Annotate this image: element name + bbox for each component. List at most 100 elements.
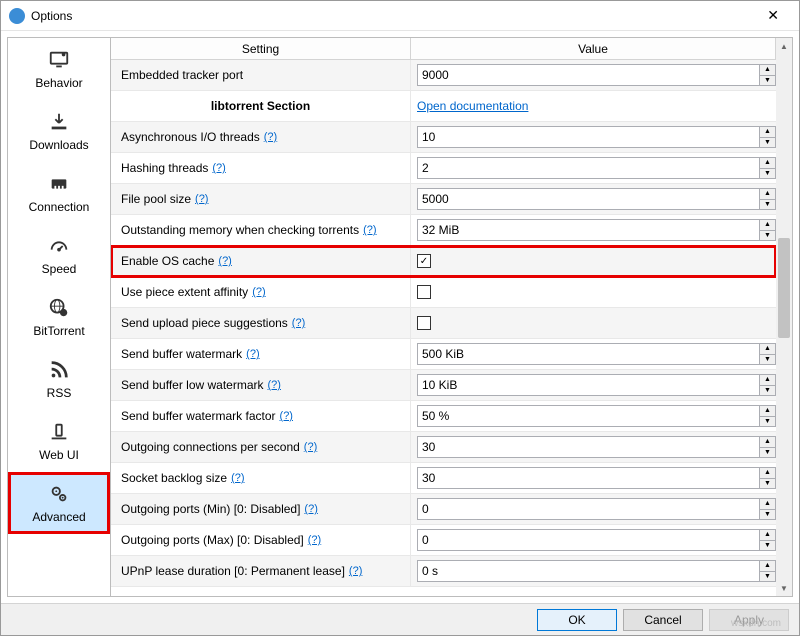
setting-label: Asynchronous I/O threads <box>121 130 260 144</box>
spin-down-icon[interactable]: ▼ <box>759 76 775 86</box>
sidebar-item-rss[interactable]: RSS <box>8 348 110 410</box>
spin-up-icon[interactable]: ▲ <box>759 65 775 76</box>
help-link[interactable]: (?) <box>280 410 293 422</box>
checkbox[interactable] <box>417 316 431 330</box>
numeric-input[interactable]: 2▲▼ <box>417 157 776 179</box>
sidebar-item-downloads[interactable]: Downloads <box>8 100 110 162</box>
input-value: 30 <box>422 440 435 454</box>
setting-label: Socket backlog size <box>121 471 227 485</box>
spin-down-icon[interactable]: ▼ <box>759 169 775 179</box>
spin-up-icon[interactable]: ▲ <box>759 468 775 479</box>
spin-down-icon[interactable]: ▼ <box>759 448 775 458</box>
spin-up-icon[interactable]: ▲ <box>759 375 775 386</box>
numeric-input[interactable]: 500 KiB▲▼ <box>417 343 776 365</box>
spin-up-icon[interactable]: ▲ <box>759 158 775 169</box>
numeric-input[interactable]: 32 MiB▲▼ <box>417 219 776 241</box>
help-link[interactable]: (?) <box>252 286 265 298</box>
help-link[interactable]: (?) <box>349 565 362 577</box>
spin-up-icon[interactable]: ▲ <box>759 499 775 510</box>
sidebar-item-label: Advanced <box>32 510 85 524</box>
scroll-up-icon[interactable]: ▲ <box>776 38 792 54</box>
numeric-input[interactable]: 30▲▼ <box>417 467 776 489</box>
spin-up-icon[interactable]: ▲ <box>759 530 775 541</box>
spin-up-icon[interactable]: ▲ <box>759 437 775 448</box>
window-title: Options <box>31 9 72 23</box>
numeric-input[interactable]: 30 ▲▼ <box>417 436 776 458</box>
spin-up-icon[interactable]: ▲ <box>759 344 775 355</box>
numeric-input[interactable]: 0▲▼ <box>417 498 776 520</box>
spin-up-icon[interactable]: ▲ <box>759 406 775 417</box>
numeric-input[interactable]: 10 KiB ▲▼ <box>417 374 776 396</box>
help-link[interactable]: (?) <box>268 379 281 391</box>
numeric-input[interactable]: 0 s▲▼ <box>417 560 776 582</box>
spin-up-icon[interactable]: ▲ <box>759 561 775 572</box>
spin-down-icon[interactable]: ▼ <box>759 231 775 241</box>
spin-up-icon[interactable]: ▲ <box>759 189 775 200</box>
close-button[interactable]: ✕ <box>755 3 791 28</box>
help-link[interactable]: (?) <box>246 348 259 360</box>
table-row: File pool size (?)5000▲▼ <box>111 184 776 215</box>
help-link[interactable]: (?) <box>231 472 244 484</box>
table-row: Outgoing ports (Min) [0: Disabled] (?) 0▲… <box>111 494 776 525</box>
rss-icon <box>47 358 71 382</box>
table-row: Outstanding memory when checking torrent… <box>111 215 776 246</box>
scroll-down-icon[interactable]: ▼ <box>776 580 792 596</box>
setting-label: Outgoing connections per second <box>121 440 300 454</box>
numeric-input[interactable]: 0▲▼ <box>417 529 776 551</box>
help-link[interactable]: (?) <box>195 193 208 205</box>
apply-button[interactable]: Apply <box>709 609 789 631</box>
table-row: Send buffer watermark (?)500 KiB▲▼ <box>111 339 776 370</box>
spin-up-icon[interactable]: ▲ <box>759 127 775 138</box>
setting-label: Outgoing ports (Min) [0: Disabled] <box>121 502 300 516</box>
open-documentation-link[interactable]: Open documentation <box>417 99 528 113</box>
sidebar-item-behavior[interactable]: Behavior <box>8 38 110 100</box>
spin-down-icon[interactable]: ▼ <box>759 510 775 520</box>
input-value: 9000 <box>422 68 449 82</box>
sidebar-item-connection[interactable]: Connection <box>8 162 110 224</box>
help-link[interactable]: (?) <box>264 131 277 143</box>
sidebar-item-speed[interactable]: Speed <box>8 224 110 286</box>
spin-down-icon[interactable]: ▼ <box>759 479 775 489</box>
ethernet-icon <box>47 172 71 196</box>
setting-label: Send buffer watermark factor <box>121 409 276 423</box>
table-row: Send upload piece suggestions (?) <box>111 308 776 339</box>
table-row: Embedded tracker port9000▲▼ <box>111 60 776 91</box>
spin-down-icon[interactable]: ▼ <box>759 355 775 365</box>
spin-down-icon[interactable]: ▼ <box>759 386 775 396</box>
help-link[interactable]: (?) <box>212 162 225 174</box>
spin-down-icon[interactable]: ▼ <box>759 138 775 148</box>
spin-down-icon[interactable]: ▼ <box>759 200 775 210</box>
checkbox[interactable] <box>417 285 431 299</box>
sidebar-item-advanced[interactable]: Advanced <box>8 472 110 534</box>
spin-down-icon[interactable]: ▼ <box>759 541 775 551</box>
input-value: 10 KiB <box>422 378 457 392</box>
numeric-input[interactable]: 10▲▼ <box>417 126 776 148</box>
vertical-scrollbar[interactable]: ▲ ▼ <box>776 38 792 596</box>
numeric-input[interactable]: 50 %▲▼ <box>417 405 776 427</box>
help-link[interactable]: (?) <box>218 255 231 267</box>
spin-down-icon[interactable]: ▼ <box>759 417 775 427</box>
help-link[interactable]: (?) <box>304 503 317 515</box>
help-link[interactable]: (?) <box>308 534 321 546</box>
numeric-input[interactable]: 5000▲▼ <box>417 188 776 210</box>
help-link[interactable]: (?) <box>292 317 305 329</box>
numeric-input[interactable]: 9000 ▲▼ <box>417 64 776 86</box>
sidebar-item-webui[interactable]: Web UI <box>8 410 110 472</box>
section-header: libtorrent SectionOpen documentation <box>111 91 776 122</box>
sidebar-item-label: RSS <box>47 386 72 400</box>
table-row: Outgoing connections per second (?) 30 ▲▼ <box>111 432 776 463</box>
spin-down-icon[interactable]: ▼ <box>759 572 775 582</box>
help-link[interactable]: (?) <box>363 224 376 236</box>
sidebar-item-bittorrent[interactable]: BitTorrent <box>8 286 110 348</box>
checkbox[interactable]: ✓ <box>417 254 431 268</box>
scroll-thumb[interactable] <box>778 238 790 338</box>
help-link[interactable]: (?) <box>304 441 317 453</box>
ok-button[interactable]: OK <box>537 609 617 631</box>
table-row: UPnP lease duration [0: Permanent lease]… <box>111 556 776 587</box>
cancel-button[interactable]: Cancel <box>623 609 703 631</box>
table-row: Socket backlog size (?) 30▲▼ <box>111 463 776 494</box>
header-setting: Setting <box>111 38 411 59</box>
spin-up-icon[interactable]: ▲ <box>759 220 775 231</box>
scroll-track[interactable] <box>776 54 792 580</box>
web-ui-icon <box>47 420 71 444</box>
